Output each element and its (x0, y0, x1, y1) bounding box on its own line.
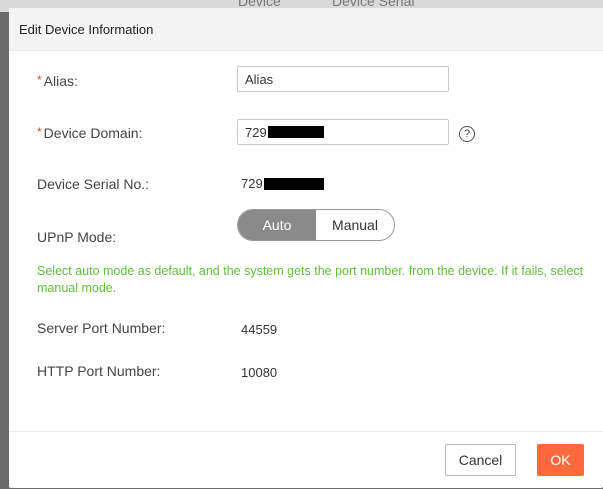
device-serial-value-text: 729 (241, 176, 263, 191)
help-icon[interactable]: ? (459, 126, 475, 142)
alias-label-text: Alias: (43, 73, 78, 89)
server-port-label-text: Server Port Number: (37, 320, 166, 336)
upnp-option-auto[interactable]: Auto (238, 210, 316, 240)
upnp-hint-text: Select auto mode as default, and the sys… (37, 264, 584, 295)
device-domain-input[interactable]: 729 (237, 119, 449, 145)
device-serial-label-text: Device Serial No.: (37, 176, 150, 192)
alias-input[interactable]: Alias (237, 66, 449, 92)
upnp-mode-label-text: UPnP Mode: (37, 229, 117, 245)
dialog-header: Edit Device Information (9, 8, 603, 51)
dialog-title: Edit Device Information (19, 21, 154, 37)
server-port-value: 44559 (241, 322, 278, 337)
server-port-label: Server Port Number: (37, 320, 165, 336)
required-mark: * (37, 125, 42, 139)
alias-input-value: Alias (245, 71, 274, 87)
alias-label: * Alias: (37, 73, 78, 89)
required-mark: * (37, 73, 42, 87)
device-serial-label: Device Serial No.: (37, 176, 149, 192)
ok-button[interactable]: OK (537, 444, 584, 476)
device-serial-value: 729 (241, 176, 324, 191)
redaction-mask (267, 126, 324, 138)
device-domain-label: * Device Domain: (37, 125, 143, 141)
device-domain-value: 729 (245, 124, 267, 140)
upnp-mode-label: UPnP Mode: (37, 229, 116, 245)
upnp-mode-toggle: Auto Manual (237, 209, 395, 241)
dialog-footer: Cancel OK (9, 431, 603, 489)
http-port-value: 10080 (241, 365, 278, 380)
redaction-mask (263, 177, 324, 190)
http-port-label-text: HTTP Port Number: (37, 363, 161, 379)
help-glyph: ? (463, 128, 471, 140)
edit-device-dialog: Edit Device Information * Alias: Alias * D… (9, 8, 603, 488)
device-domain-label-text: Device Domain: (43, 125, 143, 141)
cancel-button[interactable]: Cancel (445, 444, 516, 476)
upnp-option-manual[interactable]: Manual (316, 210, 394, 240)
http-port-label: HTTP Port Number: (37, 363, 160, 379)
